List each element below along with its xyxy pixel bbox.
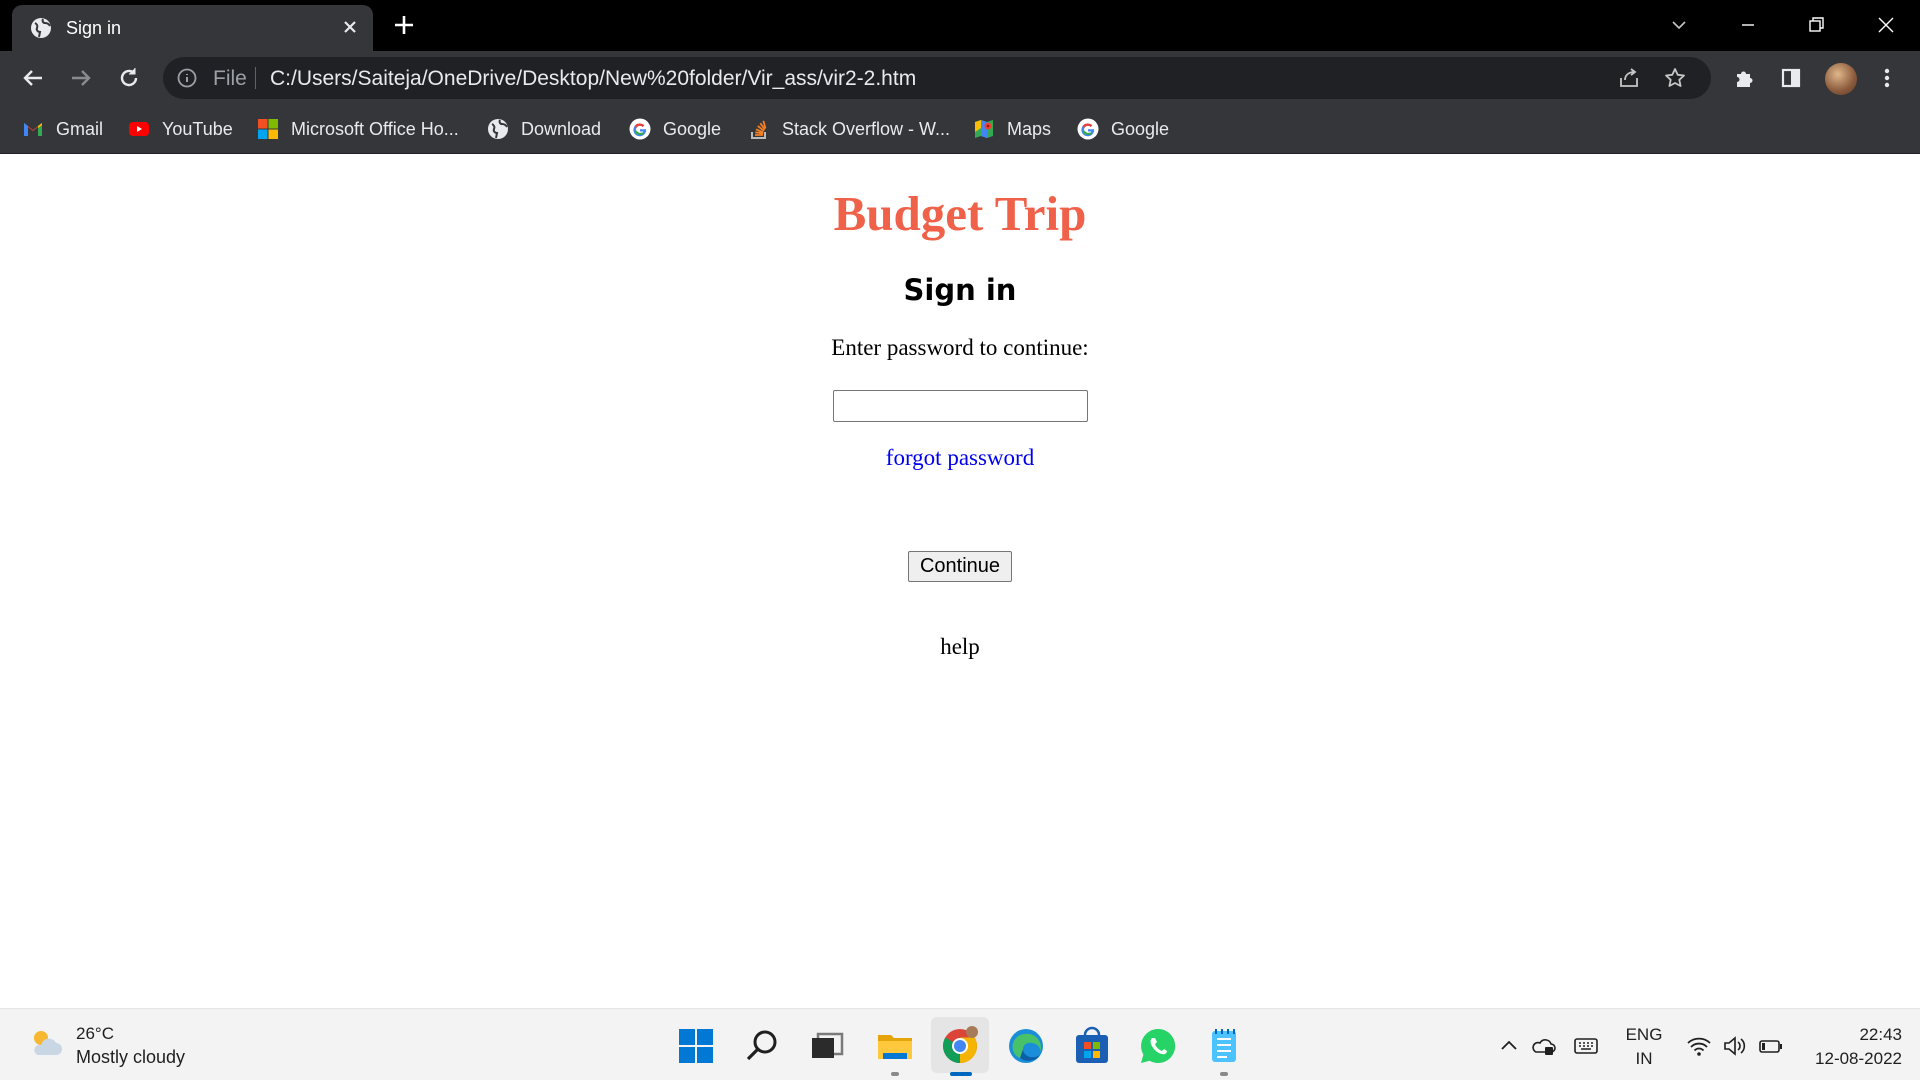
continue-button[interactable]: Continue [908,551,1012,582]
maps-icon [973,118,995,140]
tab-search-icon[interactable] [1664,10,1694,40]
bookmark-star-icon[interactable] [1663,66,1687,90]
weather-description[interactable]: Mostly cloudy [76,1047,185,1068]
reload-icon[interactable] [114,63,144,93]
omnibox-divider [255,67,256,89]
forgot-password-link[interactable]: forgot password [886,445,1034,470]
microsoft-icon [257,118,279,140]
keyboard-icon[interactable] [1573,1033,1599,1059]
share-icon[interactable] [1617,66,1641,90]
running-indicator [891,1072,899,1076]
profile-avatar[interactable] [1825,63,1857,95]
bookmark-label: Stack Overflow - W... [782,118,951,139]
bookmark-label: YouTube [162,118,233,139]
stackoverflow-icon [748,118,770,140]
bookmark-maps[interactable]: Maps [973,115,1051,143]
extensions-icon[interactable] [1729,63,1759,93]
language-code: ENG [1625,1025,1663,1044]
close-window-icon[interactable] [1871,10,1901,40]
forward-icon[interactable] [66,63,96,93]
bookmark-microsoft-office[interactable]: Microsoft Office Ho... [257,115,459,143]
bookmark-youtube[interactable]: YouTube [128,115,233,143]
battery-icon[interactable] [1758,1033,1784,1059]
help-text: help [940,634,980,659]
bookmark-google[interactable]: Google [629,115,721,143]
clock[interactable]: 22:43 12-08-2022 [1800,1023,1902,1071]
running-indicator [1220,1072,1228,1076]
bookmark-download[interactable]: Download [487,115,601,143]
file-explorer-icon[interactable] [875,1026,915,1066]
google-icon [629,118,651,140]
bookmark-label: Microsoft Office Ho... [291,118,459,139]
gmail-icon [22,118,44,140]
tab-title: Sign in [66,18,122,38]
bookmark-gmail[interactable]: Gmail [22,115,103,143]
page-heading: Sign in [903,273,1017,307]
bookmark-label: Google [663,118,722,139]
tab-sign-in[interactable]: Sign in [12,5,373,51]
page-content: Budget Trip Sign in Enter password to co… [0,155,1920,1008]
restore-icon[interactable] [1802,10,1832,40]
language-indicator[interactable]: ENG IN [1620,1023,1668,1071]
bookmark-google-2[interactable]: Google [1077,115,1169,143]
minimize-icon[interactable] [1733,10,1763,40]
chevron-up-icon[interactable] [1496,1033,1522,1059]
google-icon [1077,118,1099,140]
back-icon[interactable] [18,63,48,93]
address-bar[interactable]: File C:/Users/Saiteja/OneDrive/Desktop/N… [163,57,1711,99]
forgot-password-row: forgot password [0,445,1920,471]
bookmark-stack-overflow[interactable]: Stack Overflow - W... [748,115,950,143]
weather-temperature[interactable]: 26°C [76,1024,114,1044]
globe-icon [487,118,509,140]
start-icon[interactable] [676,1026,716,1066]
tab-strip: Sign in [0,0,1920,51]
windows-taskbar: 26°C Mostly cloudy ENG IN 22:43 12-08-20… [0,1008,1920,1080]
store-icon[interactable] [1072,1026,1112,1066]
menu-kebab-icon[interactable] [1872,63,1902,93]
volume-icon[interactable] [1722,1033,1748,1059]
bookmark-label: Download [521,118,602,139]
close-tab-icon[interactable] [338,15,362,39]
partly-cloudy-icon[interactable] [28,1025,64,1061]
notepad-icon[interactable] [1204,1026,1244,1066]
chrome-icon[interactable] [940,1026,980,1066]
url-text[interactable]: C:/Users/Saiteja/OneDrive/Desktop/New%20… [270,67,916,91]
search-icon[interactable] [742,1026,782,1066]
bookmark-label: Gmail [56,118,104,139]
site-info-icon[interactable] [177,68,197,88]
clock-time: 22:43 [1859,1025,1902,1044]
password-prompt: Enter password to continue: [831,335,1089,360]
password-input[interactable] [833,390,1088,422]
browser-toolbar: File C:/Users/Saiteja/OneDrive/Desktop/N… [0,51,1920,104]
bookmark-label: Google [1111,118,1170,139]
region-code: IN [1635,1049,1653,1068]
youtube-icon [128,118,150,140]
wifi-icon[interactable] [1686,1033,1712,1059]
onedrive-icon[interactable] [1531,1033,1557,1059]
side-panel-icon[interactable] [1776,63,1806,93]
clock-date: 12-08-2022 [1815,1049,1902,1068]
site-title: Budget Trip [833,186,1087,241]
scheme-label: File [213,67,247,90]
new-tab-icon[interactable] [391,12,417,38]
whatsapp-icon[interactable] [1138,1026,1178,1066]
bookmark-label: Maps [1007,118,1052,139]
bookmarks-bar: Gmail YouTube Microsoft Office Ho... Dow… [0,104,1920,154]
task-view-icon[interactable] [807,1026,847,1066]
active-indicator [950,1072,972,1076]
edge-icon[interactable] [1006,1026,1046,1066]
globe-icon [30,17,52,39]
